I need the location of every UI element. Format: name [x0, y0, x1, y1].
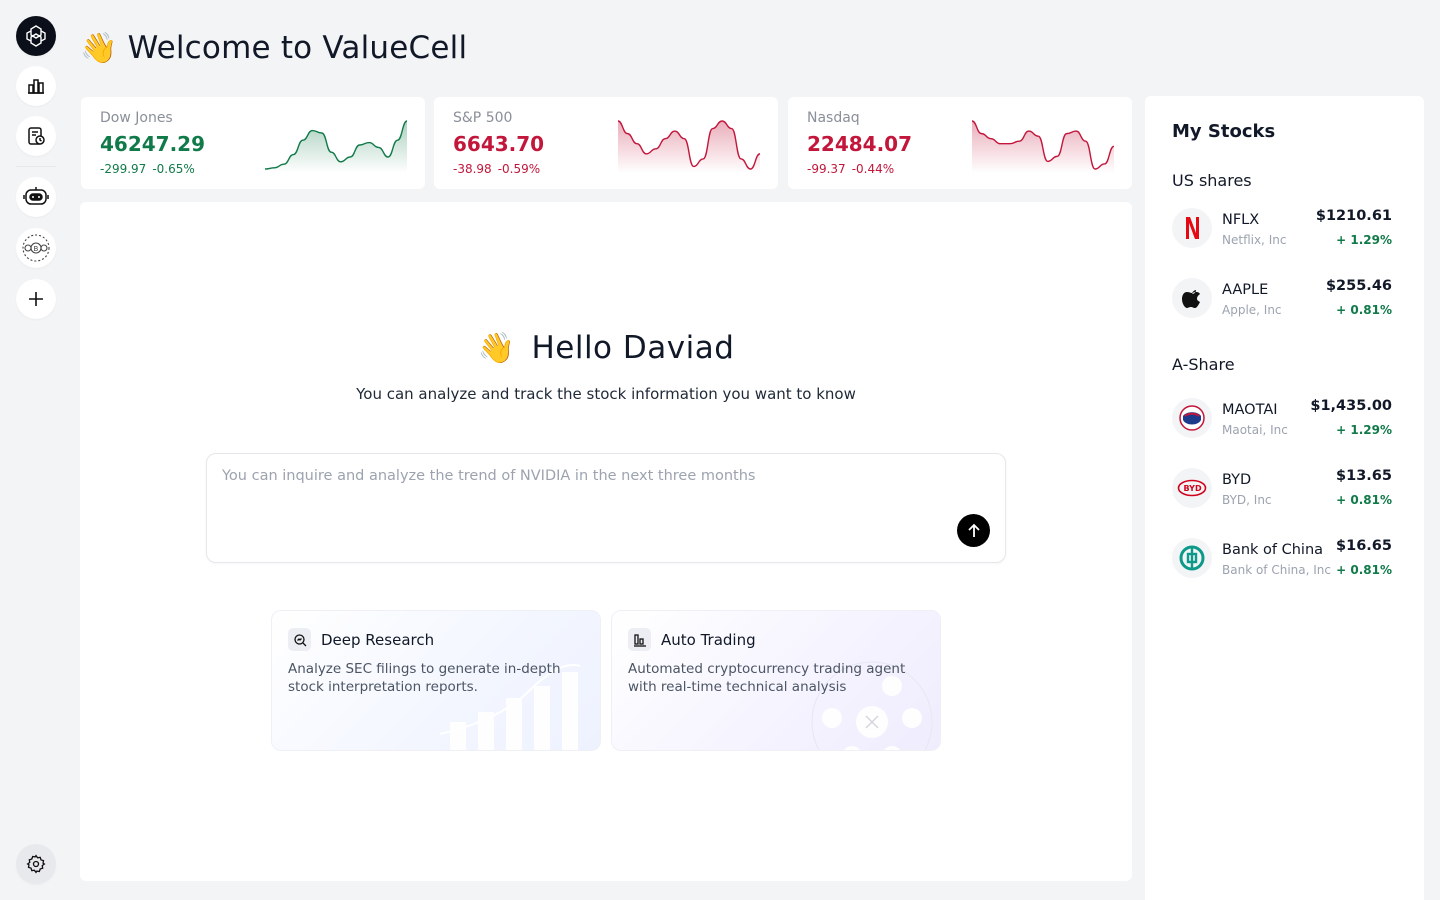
stock-price: $13.65 — [1336, 468, 1392, 484]
coins-icon[interactable]: B — [16, 228, 56, 268]
svg-text:BYD: BYD — [1184, 484, 1202, 493]
stock-change: + 1.29% — [1336, 233, 1392, 247]
stock-change: + 0.81% — [1336, 493, 1392, 507]
send-button[interactable] — [957, 514, 990, 547]
stock-row-bank-of-china[interactable]: Bank of China Bank of China, Inc $16.65 … — [1172, 538, 1392, 580]
arrow-up-icon — [967, 523, 980, 537]
page-title: 👋 Welcome to ValueCell — [80, 30, 467, 66]
plus-icon[interactable] — [16, 279, 56, 319]
wave-emoji: 👋 — [80, 30, 118, 66]
apple-logo-icon — [1172, 278, 1212, 318]
research-search-icon — [288, 628, 311, 651]
svg-text:B: B — [34, 245, 39, 253]
stock-symbol: BYD — [1222, 472, 1252, 488]
wave-emoji: 👋 — [477, 330, 516, 366]
ask-box — [206, 453, 1006, 563]
index-change-value: -38.98 — [453, 162, 492, 176]
stock-change: + 0.81% — [1336, 563, 1392, 577]
index-change: -99.37 -0.44% — [807, 162, 894, 176]
stock-price: $255.46 — [1325, 278, 1392, 294]
index-change-pct: -0.59% — [497, 162, 541, 176]
feature-head: Auto Trading — [628, 628, 756, 651]
index-card-nasdaq[interactable]: Nasdaq 22484.07 -99.37 -0.44% — [788, 97, 1132, 189]
index-value: 46247.29 — [100, 132, 206, 156]
stock-price: $16.65 — [1336, 538, 1392, 554]
feature-card-auto-trading[interactable]: Auto Trading Automated cryptocurrency tr… — [611, 610, 941, 751]
stock-group-title: US shares — [1172, 171, 1252, 190]
sidebar: B — [0, 0, 72, 900]
feature-head: Deep Research — [288, 628, 434, 651]
sparkline-area — [618, 121, 760, 173]
my-stocks-title: My Stocks — [1172, 121, 1276, 142]
stock-company: Netflix, Inc — [1222, 233, 1287, 247]
valuecell-logo-icon[interactable] — [16, 16, 56, 56]
greeting-subtitle: You can analyze and track the stock info… — [356, 385, 856, 403]
my-stocks-panel: My Stocks US shares NFLX Netflix, Inc $1… — [1145, 96, 1424, 900]
index-name: S&P 500 — [453, 110, 513, 126]
ask-input[interactable] — [222, 468, 962, 484]
index-card-dow-jones[interactable]: Dow Jones 46247.29 -299.97 -0.65% — [81, 97, 425, 189]
stock-price: $1,435.00 — [1310, 398, 1392, 414]
stock-row-aaple[interactable]: AAPLE Apple, Inc $255.46 + 0.81% — [1172, 278, 1392, 320]
feature-desc: Analyze SEC filings to generate in-depth… — [288, 661, 561, 695]
document-clock-icon[interactable] — [16, 116, 56, 156]
greeting-text: Hello Daviad — [531, 330, 735, 366]
index-value: 6643.70 — [453, 132, 545, 156]
feature-title: Deep Research — [321, 630, 435, 649]
index-name: Dow Jones — [100, 110, 173, 126]
index-change-pct: -0.44% — [851, 162, 895, 176]
stock-change: + 0.81% — [1336, 303, 1392, 317]
feature-desc: Automated cryptocurrency trading agent w… — [628, 661, 906, 695]
greeting: 👋 Hello Daviad — [80, 330, 1132, 366]
stock-row-maotai[interactable]: MAOTAI Maotai, Inc $1,435.00 + 1.29% — [1172, 398, 1392, 440]
index-change: -38.98 -0.59% — [453, 162, 540, 176]
trading-bars-icon — [628, 628, 651, 651]
robot-icon[interactable] — [16, 177, 56, 217]
stock-row-byd[interactable]: BYD BYD BYD, Inc $13.65 + 0.81% — [1172, 468, 1392, 510]
stock-symbol: Bank of China — [1222, 542, 1324, 558]
sidebar-divider — [16, 166, 56, 167]
stock-company: Maotai, Inc — [1222, 423, 1288, 437]
index-value: 22484.07 — [807, 132, 913, 156]
index-change-value: -299.97 — [100, 162, 147, 176]
index-sparkline — [265, 120, 407, 173]
index-sparkline — [618, 120, 760, 173]
stock-row-nflx[interactable]: NFLX Netflix, Inc $1210.61 + 1.29% — [1172, 208, 1392, 250]
main-panel: 👋 Hello Daviad You can analyze and track… — [80, 202, 1132, 881]
feature-title: Auto Trading — [661, 630, 756, 649]
byd-logo-icon: BYD — [1172, 468, 1212, 508]
index-change: -299.97 -0.65% — [100, 162, 195, 176]
feature-card-deep-research[interactable]: Deep Research Analyze SEC filings to gen… — [271, 610, 601, 751]
netflix-logo-icon — [1172, 208, 1212, 248]
gear-icon[interactable] — [16, 844, 56, 884]
bank-of-china-logo-icon — [1172, 538, 1212, 578]
index-sparkline — [972, 120, 1114, 173]
stock-company: Apple, Inc — [1222, 303, 1282, 317]
stock-company: BYD, Inc — [1222, 493, 1272, 507]
stock-symbol: AAPLE — [1222, 282, 1269, 298]
stock-change: + 1.29% — [1336, 423, 1392, 437]
bar-chart-icon[interactable] — [16, 66, 56, 106]
maotai-logo-icon — [1172, 398, 1212, 438]
sparkline-area — [265, 121, 407, 173]
stock-price: $1210.61 — [1315, 208, 1392, 224]
stock-symbol: MAOTAI — [1222, 402, 1278, 418]
stock-group-title: A-Share — [1172, 355, 1235, 374]
stock-company: Bank of China, Inc — [1222, 563, 1331, 577]
index-card-sp500[interactable]: S&P 500 6643.70 -38.98 -0.59% — [434, 97, 778, 189]
index-name: Nasdaq — [807, 110, 860, 126]
page-title-text: Welcome to ValueCell — [127, 30, 468, 66]
stock-symbol: NFLX — [1222, 212, 1260, 228]
index-change-pct: -0.65% — [152, 162, 195, 176]
index-change-value: -99.37 — [807, 162, 846, 176]
